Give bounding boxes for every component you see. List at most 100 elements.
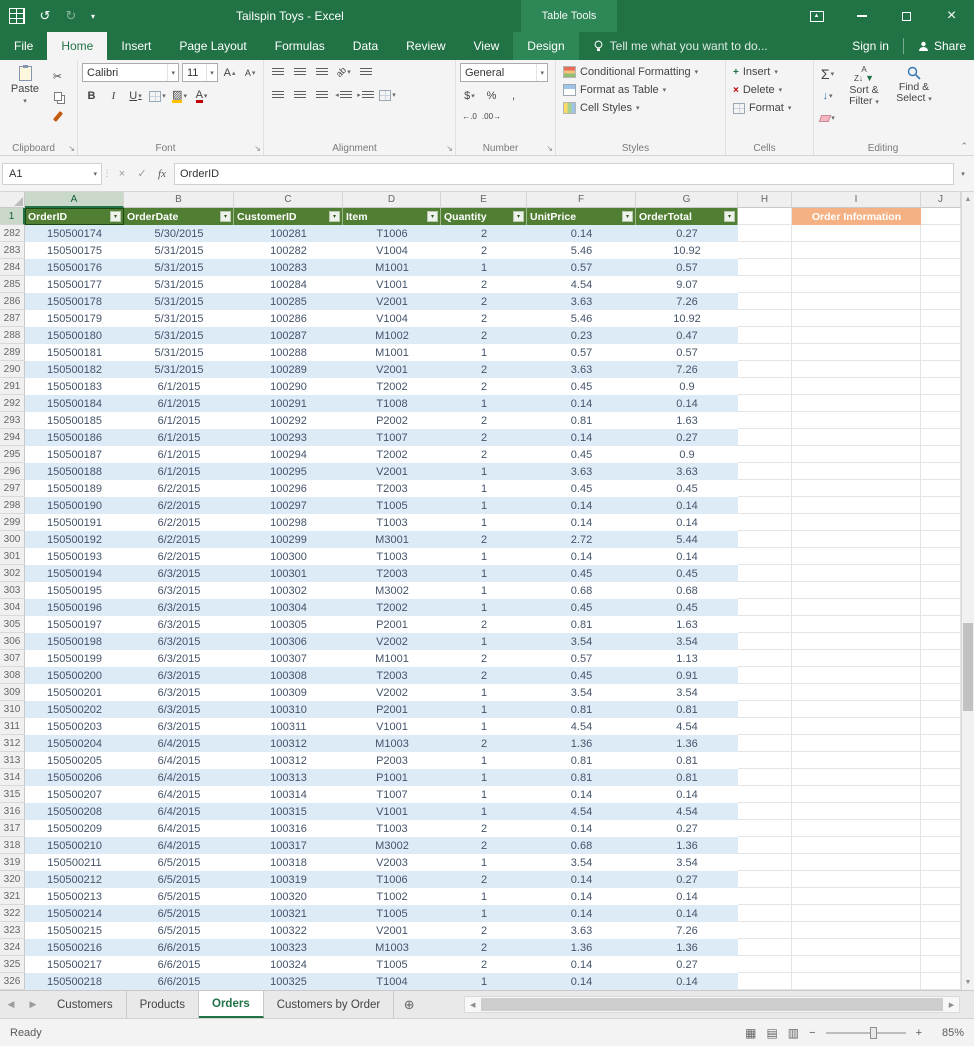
cell[interactable]: 0.81 — [527, 752, 636, 769]
row-header[interactable]: 294 — [0, 429, 25, 446]
cell[interactable]: 100296 — [234, 480, 343, 497]
cell[interactable] — [792, 276, 921, 293]
cell[interactable]: 150500184 — [25, 395, 124, 412]
copy-button[interactable] — [48, 87, 67, 105]
cell[interactable]: T1005 — [343, 956, 441, 973]
cell[interactable]: 6/2/2015 — [124, 480, 234, 497]
fill-color-button[interactable]: ▨ ▾ — [170, 87, 189, 105]
sign-in-link[interactable]: Sign in — [852, 39, 889, 53]
increase-indent-button[interactable]: ▸ — [356, 86, 375, 104]
cell[interactable] — [921, 905, 961, 922]
cell[interactable]: 3.54 — [527, 633, 636, 650]
cell[interactable] — [921, 735, 961, 752]
cell[interactable]: 150500176 — [25, 259, 124, 276]
cell[interactable]: 3.63 — [636, 463, 738, 480]
cell[interactable]: 0.81 — [636, 701, 738, 718]
cell[interactable] — [738, 769, 792, 786]
cell[interactable] — [921, 871, 961, 888]
cell[interactable]: 0.14 — [636, 973, 738, 990]
cell[interactable]: 2 — [441, 310, 527, 327]
cell[interactable]: 150500195 — [25, 582, 124, 599]
cell[interactable]: 2 — [441, 378, 527, 395]
cell[interactable]: 2 — [441, 650, 527, 667]
cell[interactable]: 100298 — [234, 514, 343, 531]
cell[interactable]: 0.27 — [636, 820, 738, 837]
row-header[interactable]: 284 — [0, 259, 25, 276]
cell[interactable] — [921, 293, 961, 310]
cell[interactable] — [792, 922, 921, 939]
cell[interactable]: 3.54 — [636, 633, 738, 650]
cell[interactable] — [738, 939, 792, 956]
cell[interactable]: 100308 — [234, 667, 343, 684]
cell[interactable]: 150500190 — [25, 497, 124, 514]
cancel-entry-icon[interactable]: × — [112, 163, 132, 185]
row-header[interactable]: 290 — [0, 361, 25, 378]
cell[interactable]: M1003 — [343, 939, 441, 956]
cell[interactable]: 0.14 — [527, 871, 636, 888]
cell[interactable]: 100307 — [234, 650, 343, 667]
format-painter-button[interactable] — [48, 107, 67, 125]
cell[interactable]: 1.36 — [527, 735, 636, 752]
cell[interactable] — [738, 548, 792, 565]
cell[interactable] — [738, 582, 792, 599]
decrease-decimal-button[interactable]: .00→ — [482, 107, 501, 125]
cell[interactable]: T1008 — [343, 395, 441, 412]
cell[interactable]: 150500205 — [25, 752, 124, 769]
cell[interactable]: 150500218 — [25, 973, 124, 990]
cell-a1[interactable]: OrderID ▾ — [25, 208, 124, 225]
cell[interactable]: 2 — [441, 735, 527, 752]
cell[interactable]: 3.54 — [527, 854, 636, 871]
cell[interactable]: 100323 — [234, 939, 343, 956]
cell[interactable] — [921, 956, 961, 973]
cell[interactable] — [921, 599, 961, 616]
cell[interactable]: 1 — [441, 599, 527, 616]
cell[interactable] — [792, 752, 921, 769]
cell[interactable]: 0.68 — [527, 837, 636, 854]
cell[interactable]: 5/31/2015 — [124, 259, 234, 276]
cell[interactable] — [921, 803, 961, 820]
cell[interactable]: 150500183 — [25, 378, 124, 395]
shrink-font-button[interactable]: A ▾ — [241, 64, 259, 82]
cell[interactable]: 2 — [441, 837, 527, 854]
tab-data[interactable]: Data — [339, 32, 392, 60]
cell[interactable]: P2001 — [343, 616, 441, 633]
row-header[interactable]: 309 — [0, 684, 25, 701]
cell[interactable]: 0.45 — [636, 599, 738, 616]
cell[interactable] — [792, 871, 921, 888]
row-header[interactable]: 300 — [0, 531, 25, 548]
cell[interactable] — [921, 667, 961, 684]
cell[interactable] — [921, 225, 961, 242]
cell[interactable]: 6/6/2015 — [124, 973, 234, 990]
cell[interactable] — [738, 973, 792, 990]
cell[interactable]: 150500196 — [25, 599, 124, 616]
cell[interactable]: T1006 — [343, 871, 441, 888]
page-break-view-icon[interactable]: ▥ — [788, 1026, 799, 1040]
cell[interactable]: 0.45 — [527, 565, 636, 582]
cell[interactable] — [921, 310, 961, 327]
cell[interactable]: 0.45 — [636, 565, 738, 582]
cell[interactable] — [738, 259, 792, 276]
cell[interactable]: 2 — [441, 225, 527, 242]
cell[interactable]: 1.63 — [636, 412, 738, 429]
cell[interactable]: T1007 — [343, 429, 441, 446]
cell[interactable]: 5/31/2015 — [124, 327, 234, 344]
conditional-formatting-button[interactable]: Conditional Formatting ▾ — [560, 65, 721, 79]
tab-view[interactable]: View — [460, 32, 514, 60]
cell[interactable]: 150500209 — [25, 820, 124, 837]
cell[interactable]: 150500204 — [25, 735, 124, 752]
vertical-scrollbar-thumb[interactable] — [963, 622, 973, 711]
cell[interactable] — [738, 718, 792, 735]
cell[interactable] — [738, 531, 792, 548]
cell[interactable]: 6/2/2015 — [124, 514, 234, 531]
cell[interactable]: 0.14 — [527, 956, 636, 973]
cell[interactable]: 5/31/2015 — [124, 361, 234, 378]
cell[interactable]: 1 — [441, 752, 527, 769]
cell[interactable]: 100289 — [234, 361, 343, 378]
filter-dropdown-icon[interactable]: ▾ — [724, 211, 735, 222]
cell-e1[interactable]: Quantity ▾ — [441, 208, 527, 225]
cell[interactable] — [792, 582, 921, 599]
tab-review[interactable]: Review — [392, 32, 459, 60]
name-box[interactable]: A1 ▾ — [2, 162, 102, 185]
cell[interactable] — [738, 412, 792, 429]
decrease-indent-button[interactable]: ◂ — [334, 86, 353, 104]
